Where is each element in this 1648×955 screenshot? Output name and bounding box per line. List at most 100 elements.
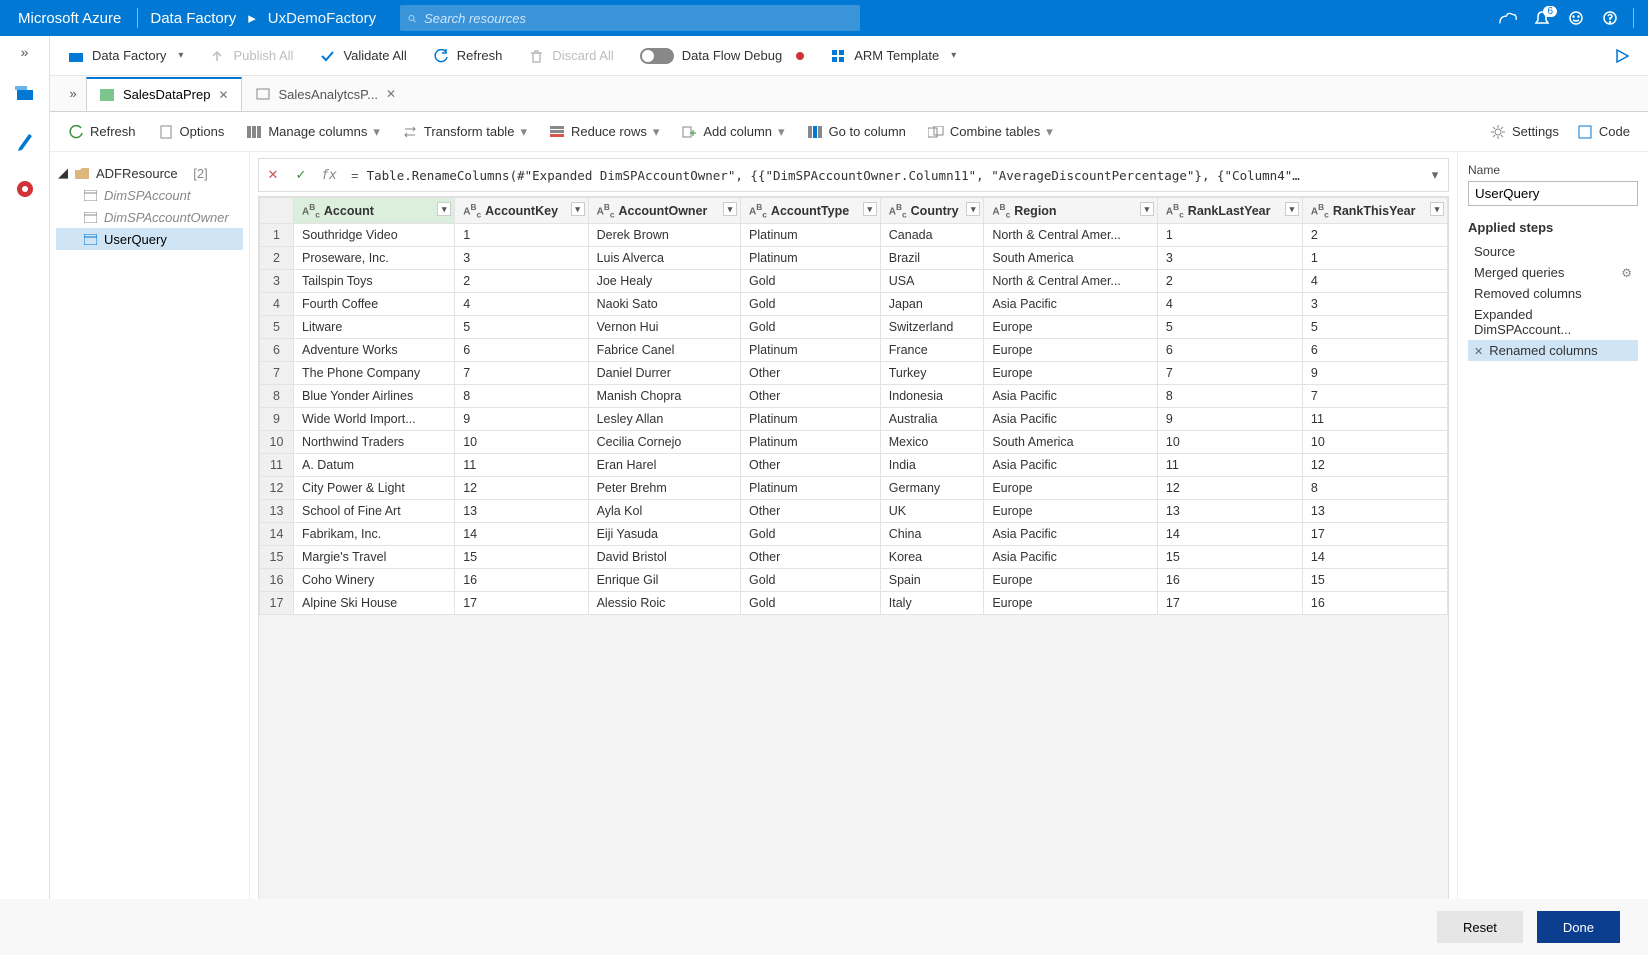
- cell[interactable]: Southridge Video: [294, 224, 455, 247]
- cell[interactable]: 5: [1157, 316, 1302, 339]
- grid-corner[interactable]: [260, 198, 294, 224]
- cell[interactable]: Asia Pacific: [984, 385, 1158, 408]
- table-row[interactable]: 9Wide World Import...9Lesley AllanPlatin…: [260, 408, 1448, 431]
- refresh-button[interactable]: Refresh: [433, 48, 503, 64]
- cell[interactable]: Gold: [741, 569, 881, 592]
- cell[interactable]: Brazil: [880, 247, 984, 270]
- breadcrumb-root[interactable]: Data Factory: [144, 10, 242, 27]
- cell[interactable]: Asia Pacific: [984, 408, 1158, 431]
- cell[interactable]: 12: [1302, 454, 1447, 477]
- cell[interactable]: Europe: [984, 477, 1158, 500]
- table-row[interactable]: 5Litware5Vernon HuiGoldSwitzerlandEurope…: [260, 316, 1448, 339]
- cell[interactable]: Fourth Coffee: [294, 293, 455, 316]
- cell[interactable]: South America: [984, 431, 1158, 454]
- cell[interactable]: Gold: [741, 523, 881, 546]
- cell[interactable]: 4: [1157, 293, 1302, 316]
- row-number[interactable]: 14: [260, 523, 294, 546]
- cell[interactable]: Korea: [880, 546, 984, 569]
- cell[interactable]: Blue Yonder Airlines: [294, 385, 455, 408]
- column-header[interactable]: ABcAccountOwner▾: [588, 198, 740, 224]
- settings-button[interactable]: Settings: [1490, 124, 1559, 140]
- table-row[interactable]: 12City Power & Light12Peter BrehmPlatinu…: [260, 477, 1448, 500]
- delete-step-icon[interactable]: ✕: [1474, 346, 1483, 358]
- cell[interactable]: Switzerland: [880, 316, 984, 339]
- cancel-formula-icon[interactable]: ✕: [259, 167, 287, 183]
- cell[interactable]: Enrique Gil: [588, 569, 740, 592]
- cell[interactable]: Platinum: [741, 431, 881, 454]
- cell[interactable]: The Phone Company: [294, 362, 455, 385]
- gear-icon[interactable]: ⚙: [1621, 266, 1632, 280]
- row-number[interactable]: 4: [260, 293, 294, 316]
- expand-rail-icon[interactable]: »: [21, 44, 29, 60]
- cell[interactable]: Daniel Durrer: [588, 362, 740, 385]
- cell[interactable]: 13: [455, 500, 588, 523]
- cell[interactable]: Fabrice Canel: [588, 339, 740, 362]
- table-row[interactable]: 14Fabrikam, Inc.14Eiji YasudaGoldChinaAs…: [260, 523, 1448, 546]
- cell[interactable]: 11: [455, 454, 588, 477]
- cell[interactable]: Other: [741, 362, 881, 385]
- folder-adfresource[interactable]: ◢ ADFResource [2]: [56, 162, 243, 184]
- row-number[interactable]: 10: [260, 431, 294, 454]
- cell[interactable]: 17: [1302, 523, 1447, 546]
- table-row[interactable]: 15Margie's Travel15David BristolOtherKor…: [260, 546, 1448, 569]
- cell[interactable]: Mexico: [880, 431, 984, 454]
- cell[interactable]: 4: [455, 293, 588, 316]
- cell[interactable]: 14: [1302, 546, 1447, 569]
- cell[interactable]: Turkey: [880, 362, 984, 385]
- row-number[interactable]: 6: [260, 339, 294, 362]
- cell[interactable]: 1: [1157, 224, 1302, 247]
- applied-step[interactable]: Removed columns: [1468, 283, 1638, 304]
- cell[interactable]: 7: [1157, 362, 1302, 385]
- cell[interactable]: Asia Pacific: [984, 546, 1158, 569]
- cell[interactable]: Other: [741, 385, 881, 408]
- applied-step[interactable]: Merged queries⚙: [1468, 262, 1638, 283]
- commit-formula-icon[interactable]: ✓: [287, 167, 315, 183]
- feedback-icon[interactable]: [1559, 0, 1593, 36]
- cell[interactable]: 8: [1157, 385, 1302, 408]
- cell[interactable]: 8: [1302, 477, 1447, 500]
- cell[interactable]: 11: [1302, 408, 1447, 431]
- cell[interactable]: 15: [1302, 569, 1447, 592]
- row-number[interactable]: 8: [260, 385, 294, 408]
- cell[interactable]: Lesley Allan: [588, 408, 740, 431]
- row-number[interactable]: 17: [260, 592, 294, 615]
- add-column-dropdown[interactable]: Add column▾: [681, 124, 784, 140]
- row-number[interactable]: 3: [260, 270, 294, 293]
- column-header[interactable]: ABcAccountType▾: [741, 198, 881, 224]
- cell[interactable]: USA: [880, 270, 984, 293]
- cell[interactable]: Luis Alverca: [588, 247, 740, 270]
- cloud-shell-icon[interactable]: [1491, 0, 1525, 36]
- cell[interactable]: 7: [1302, 385, 1447, 408]
- cell[interactable]: Italy: [880, 592, 984, 615]
- formula-text[interactable]: Table.RenameColumns(#"Expanded DimSPAcco…: [367, 168, 1422, 183]
- cell[interactable]: 6: [455, 339, 588, 362]
- query-item-userquery[interactable]: UserQuery: [56, 228, 243, 250]
- row-number[interactable]: 7: [260, 362, 294, 385]
- cell[interactable]: 16: [1157, 569, 1302, 592]
- cell[interactable]: 1: [455, 224, 588, 247]
- table-row[interactable]: 10Northwind Traders10Cecilia CornejoPlat…: [260, 431, 1448, 454]
- cell[interactable]: Europe: [984, 362, 1158, 385]
- cell[interactable]: City Power & Light: [294, 477, 455, 500]
- combine-tables-dropdown[interactable]: Combine tables▾: [928, 124, 1053, 140]
- cell[interactable]: South America: [984, 247, 1158, 270]
- cell[interactable]: Manish Chopra: [588, 385, 740, 408]
- row-number[interactable]: 1: [260, 224, 294, 247]
- cell[interactable]: 12: [1157, 477, 1302, 500]
- expand-formula-icon[interactable]: ▾: [1422, 167, 1448, 183]
- cell[interactable]: 2: [455, 270, 588, 293]
- options-button[interactable]: Options: [158, 124, 225, 140]
- cell[interactable]: Derek Brown: [588, 224, 740, 247]
- column-filter-icon[interactable]: ▾: [863, 202, 877, 216]
- cell[interactable]: Other: [741, 500, 881, 523]
- tab-salesdataprep[interactable]: SalesDataPrep ✕: [86, 77, 242, 111]
- transform-table-dropdown[interactable]: Transform table▾: [402, 124, 527, 140]
- row-number[interactable]: 11: [260, 454, 294, 477]
- cell[interactable]: Europe: [984, 500, 1158, 523]
- run-trigger-icon[interactable]: [1614, 48, 1630, 64]
- cell[interactable]: Ayla Kol: [588, 500, 740, 523]
- close-icon[interactable]: ✕: [386, 87, 396, 101]
- cell[interactable]: Tailspin Toys: [294, 270, 455, 293]
- row-number[interactable]: 2: [260, 247, 294, 270]
- cell[interactable]: 10: [1302, 431, 1447, 454]
